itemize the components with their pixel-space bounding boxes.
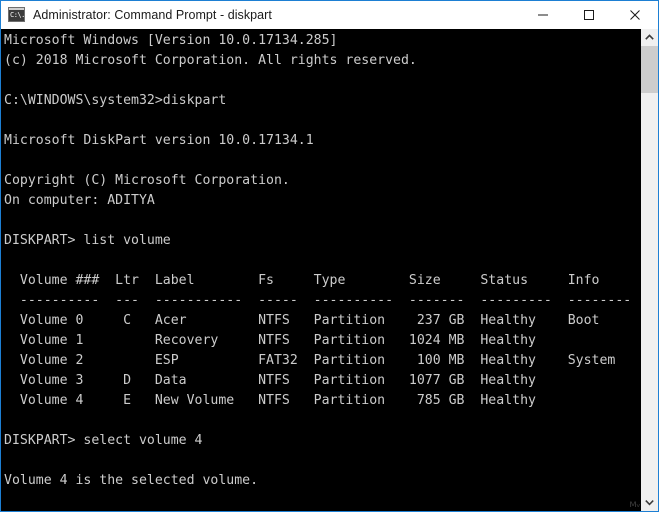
scrollbar-thumb[interactable]	[641, 46, 658, 93]
console-line: ---------- --- ----------- ----- -------…	[4, 291, 640, 311]
watermark: ᴍᵥ	[629, 500, 640, 510]
console-icon-glyph: C:\.	[10, 11, 25, 19]
console-line	[4, 151, 640, 171]
minimize-button[interactable]	[520, 1, 566, 28]
console-output-area[interactable]: Microsoft Windows [Version 10.0.17134.28…	[1, 29, 658, 511]
console-line	[4, 211, 640, 231]
console-line	[4, 411, 640, 431]
console-line: DISKPART> list volume	[4, 231, 640, 251]
window-controls	[520, 1, 658, 28]
chevron-up-icon	[645, 34, 654, 41]
console-line	[4, 71, 640, 91]
close-button[interactable]	[612, 1, 658, 28]
vertical-scrollbar[interactable]	[640, 29, 658, 511]
console-line	[4, 251, 640, 271]
console-icon: C:\.	[8, 7, 25, 22]
console-line	[4, 491, 640, 511]
scroll-up-arrow[interactable]	[641, 29, 658, 46]
maximize-button[interactable]	[566, 1, 612, 28]
console-line: (c) 2018 Microsoft Corporation. All righ…	[4, 51, 640, 71]
console-line: Microsoft DiskPart version 10.0.17134.1	[4, 131, 640, 151]
console-line: Microsoft Windows [Version 10.0.17134.28…	[4, 31, 640, 51]
title-bar[interactable]: C:\. Administrator: Command Prompt - dis…	[1, 1, 658, 29]
console-line: Volume 4 is the selected volume.	[4, 471, 640, 491]
chevron-down-icon	[645, 499, 654, 506]
scrollbar-track[interactable]	[641, 46, 658, 494]
console-line: Volume 0 C Acer NTFS Partition 237 GB He…	[4, 311, 640, 331]
console-line: Copyright (C) Microsoft Corporation.	[4, 171, 640, 191]
console-line: DISKPART> select volume 4	[4, 431, 640, 451]
console-line	[4, 451, 640, 471]
console-line: On computer: ADITYA	[4, 191, 640, 211]
close-icon	[629, 9, 641, 21]
command-prompt-window: C:\. Administrator: Command Prompt - dis…	[0, 0, 659, 512]
window-title: Administrator: Command Prompt - diskpart	[33, 8, 272, 22]
console-line: Volume 3 D Data NTFS Partition 1077 GB H…	[4, 371, 640, 391]
console-line: C:\WINDOWS\system32>diskpart	[4, 91, 640, 111]
console-line: Volume 1 Recovery NTFS Partition 1024 MB…	[4, 331, 640, 351]
maximize-icon	[583, 9, 595, 21]
console-line: Volume ### Ltr Label Fs Type Size Status…	[4, 271, 640, 291]
console-line	[4, 111, 640, 131]
console-line: Volume 2 ESP FAT32 Partition 100 MB Heal…	[4, 351, 640, 371]
minimize-icon	[537, 9, 549, 21]
console-line: Volume 4 E New Volume NTFS Partition 785…	[4, 391, 640, 411]
scroll-down-arrow[interactable]	[641, 494, 658, 511]
console-text[interactable]: Microsoft Windows [Version 10.0.17134.28…	[1, 29, 640, 511]
